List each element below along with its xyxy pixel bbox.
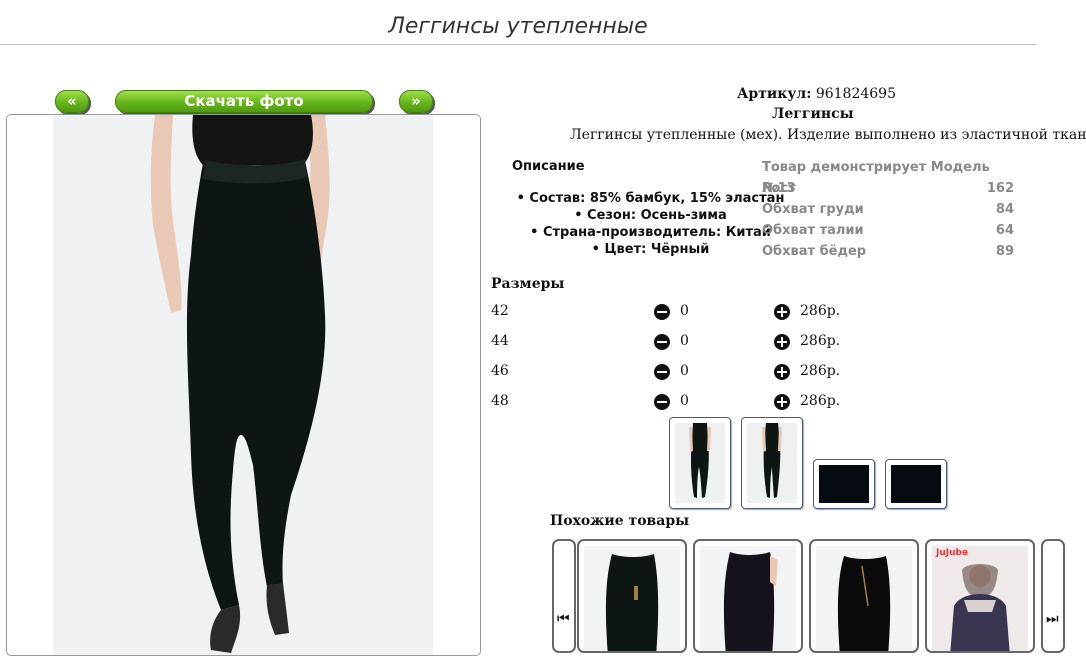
- model-row-hips: Обхват бёдер 89: [762, 241, 1014, 262]
- size-row: 44 0 286р.: [491, 333, 851, 353]
- photo-thumbnail[interactable]: [741, 417, 803, 509]
- similar-product-card[interactable]: JuJube: [925, 539, 1035, 653]
- thumbnail-image: [675, 423, 725, 503]
- model-measurements: Товар демонстрирует Модель №13 Рост 162 …: [762, 157, 1014, 262]
- prev-photo-button[interactable]: «: [55, 90, 89, 113]
- price-value: 286р.: [800, 393, 841, 409]
- photo-thumbnail[interactable]: [885, 459, 947, 509]
- model-title-text: Товар демонстрирует Модель №13: [762, 160, 990, 196]
- product-description: Леггинсы утепленные (мех). Изделие выпол…: [570, 127, 1086, 143]
- model-label: Обхват талии: [762, 223, 864, 238]
- size-row: 48 0 286р.: [491, 393, 851, 413]
- sku-label: Артикул:: [737, 86, 812, 102]
- similar-product-card[interactable]: [577, 539, 687, 653]
- quantity-value: 0: [680, 303, 689, 319]
- skip-previous-icon: ⏮: [557, 611, 570, 627]
- model-value: 89: [995, 244, 1014, 259]
- product-name: Леггинсы: [772, 106, 854, 122]
- model-value: 162: [986, 181, 1014, 196]
- description-item: • Страна-производитель: Китай: [530, 225, 771, 240]
- size-value: 44: [491, 333, 509, 349]
- thumbnail-image: [819, 465, 869, 503]
- sizes-heading: Размеры: [491, 276, 565, 292]
- description-item: • Состав: 85% бамбук, 15% эластан: [516, 191, 785, 206]
- price-value: 286р.: [800, 333, 841, 349]
- size-value: 48: [491, 393, 509, 409]
- plus-icon[interactable]: [774, 334, 790, 350]
- sku-line: Артикул: 961824695: [737, 86, 896, 102]
- thumbnail-image: [891, 465, 941, 503]
- similar-next-button[interactable]: ⏭: [1041, 539, 1065, 653]
- brand-logo-text: JuJube: [936, 548, 969, 558]
- similar-products-heading: Похожие товары: [550, 513, 690, 529]
- model-label: Рост: [762, 181, 796, 196]
- description-heading: Описание: [512, 159, 585, 174]
- sku-value: 961824695: [815, 86, 896, 102]
- quantity-value: 0: [680, 393, 689, 409]
- model-label: Обхват груди: [762, 202, 864, 217]
- plus-icon[interactable]: [774, 364, 790, 380]
- plus-icon[interactable]: [774, 304, 790, 320]
- page-title: Леггинсы утепленные: [388, 14, 648, 39]
- minus-icon[interactable]: [654, 364, 670, 380]
- price-value: 286р.: [800, 363, 841, 379]
- model-row-waist: Обхват талии 64: [762, 220, 1014, 241]
- quantity-value: 0: [680, 333, 689, 349]
- price-value: 286р.: [800, 303, 841, 319]
- next-photo-button[interactable]: »: [399, 90, 433, 113]
- model-row-height: Рост 162: [762, 178, 1014, 199]
- size-row: 42 0 286р.: [491, 303, 851, 323]
- model-value: 84: [995, 202, 1014, 217]
- main-product-photo[interactable]: [53, 115, 433, 655]
- description-item: • Сезон: Осень-зима: [574, 208, 727, 223]
- model-label: Обхват бёдер: [762, 244, 867, 259]
- model-row-bust: Обхват груди 84: [762, 199, 1014, 220]
- photo-thumbnail[interactable]: [813, 459, 875, 509]
- similar-product-card[interactable]: [809, 539, 919, 653]
- photo-thumbnail[interactable]: [669, 417, 731, 509]
- skip-next-icon: ⏭: [1046, 611, 1059, 627]
- size-value: 46: [491, 363, 509, 379]
- similar-product-card[interactable]: [693, 539, 803, 653]
- plus-icon[interactable]: [774, 394, 790, 410]
- similar-product-image: [816, 546, 912, 651]
- similar-product-image: [700, 546, 796, 651]
- download-photo-button[interactable]: Скачать фото: [115, 90, 373, 113]
- similar-product-image: JuJube: [932, 546, 1028, 651]
- quantity-value: 0: [680, 363, 689, 379]
- model-value: 64: [995, 223, 1014, 238]
- description-list: • Состав: 85% бамбук, 15% эластан • Сезо…: [508, 190, 793, 258]
- similar-product-image: [584, 546, 680, 651]
- thumbnail-image: [747, 423, 797, 503]
- minus-icon[interactable]: [654, 394, 670, 410]
- description-item: • Цвет: Чёрный: [591, 242, 710, 257]
- size-row: 46 0 286р.: [491, 363, 851, 383]
- model-title: Товар демонстрирует Модель №13: [762, 157, 1014, 196]
- minus-icon[interactable]: [654, 304, 670, 320]
- main-photo-frame: [6, 114, 481, 656]
- title-divider: [0, 44, 1036, 45]
- minus-icon[interactable]: [654, 334, 670, 350]
- size-value: 42: [491, 303, 509, 319]
- similar-prev-button[interactable]: ⏮: [552, 539, 576, 653]
